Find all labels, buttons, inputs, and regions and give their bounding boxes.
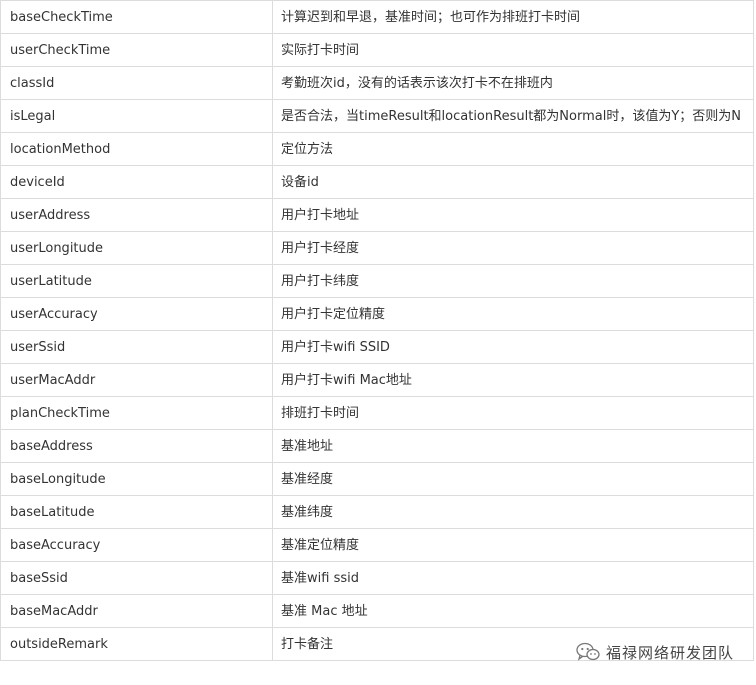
field-name-cell: baseLongitude	[0, 462, 273, 496]
field-description-cell: 基准经度	[272, 462, 754, 496]
field-description-cell: 用户打卡经度	[272, 231, 754, 265]
table-row: baseCheckTime 计算迟到和早退，基准时间；也可作为排班打卡时间	[0, 0, 754, 34]
table-row: baseLongitude 基准经度	[0, 462, 754, 496]
field-name-cell: baseAccuracy	[0, 528, 273, 562]
field-name-cell: classId	[0, 66, 273, 100]
table-row: locationMethod 定位方法	[0, 132, 754, 166]
table-row: baseLatitude 基准纬度	[0, 495, 754, 529]
field-description-cell: 基准纬度	[272, 495, 754, 529]
field-name-cell: userLongitude	[0, 231, 273, 265]
field-description-cell: 设备id	[272, 165, 754, 199]
field-description-cell: 基准地址	[272, 429, 754, 463]
field-name-cell: isLegal	[0, 99, 273, 133]
field-name-cell: userSsid	[0, 330, 273, 364]
field-name-cell: baseMacAddr	[0, 594, 273, 628]
field-description-cell: 考勤班次id，没有的话表示该次打卡不在排班内	[272, 66, 754, 100]
field-description-cell: 实际打卡时间	[272, 33, 754, 67]
table-row: baseAccuracy 基准定位精度	[0, 528, 754, 562]
table-row: userMacAddr 用户打卡wifi Mac地址	[0, 363, 754, 397]
field-name-cell: userCheckTime	[0, 33, 273, 67]
field-name-cell: locationMethod	[0, 132, 273, 166]
field-name-cell: userAccuracy	[0, 297, 273, 331]
field-name-cell: baseLatitude	[0, 495, 273, 529]
field-description-cell: 用户打卡纬度	[272, 264, 754, 298]
field-name-cell: baseCheckTime	[0, 0, 273, 34]
table-row: isLegal 是否合法，当timeResult和locationResult都为…	[0, 99, 754, 133]
table-row: baseSsid 基准wifi ssid	[0, 561, 754, 595]
field-name-cell: userLatitude	[0, 264, 273, 298]
field-description-cell: 定位方法	[272, 132, 754, 166]
table-row: userSsid 用户打卡wifi SSID	[0, 330, 754, 364]
table-row: userAddress 用户打卡地址	[0, 198, 754, 232]
field-table-body: baseCheckTime 计算迟到和早退，基准时间；也可作为排班打卡时间 user…	[0, 0, 754, 661]
field-description-cell: 用户打卡wifi Mac地址	[272, 363, 754, 397]
table-row: userLatitude 用户打卡纬度	[0, 264, 754, 298]
field-description-cell: 用户打卡定位精度	[272, 297, 754, 331]
field-description-cell: 排班打卡时间	[272, 396, 754, 430]
table-row: userCheckTime 实际打卡时间	[0, 33, 754, 67]
field-description-cell: 基准 Mac 地址	[272, 594, 754, 628]
table-row: deviceId 设备id	[0, 165, 754, 199]
field-name-cell: planCheckTime	[0, 396, 273, 430]
field-description-cell: 基准定位精度	[272, 528, 754, 562]
field-name-cell: baseAddress	[0, 429, 273, 463]
field-description-cell: 基准wifi ssid	[272, 561, 754, 595]
field-name-cell: userAddress	[0, 198, 273, 232]
table-row: classId 考勤班次id，没有的话表示该次打卡不在排班内	[0, 66, 754, 100]
table-row: baseMacAddr 基准 Mac 地址	[0, 594, 754, 628]
field-description-cell: 打卡备注	[272, 627, 754, 661]
field-description-cell: 计算迟到和早退，基准时间；也可作为排班打卡时间	[272, 0, 754, 34]
table-row: userAccuracy 用户打卡定位精度	[0, 297, 754, 331]
field-description-cell: 是否合法，当timeResult和locationResult都为Normal时…	[272, 99, 754, 133]
field-description-cell: 用户打卡地址	[272, 198, 754, 232]
field-name-cell: outsideRemark	[0, 627, 273, 661]
field-table: baseCheckTime 计算迟到和早退，基准时间；也可作为排班打卡时间 user…	[0, 0, 754, 661]
table-row: planCheckTime 排班打卡时间	[0, 396, 754, 430]
table-row: baseAddress 基准地址	[0, 429, 754, 463]
table-row: userLongitude 用户打卡经度	[0, 231, 754, 265]
field-name-cell: deviceId	[0, 165, 273, 199]
table-row: outsideRemark 打卡备注	[0, 627, 754, 661]
field-description-cell: 用户打卡wifi SSID	[272, 330, 754, 364]
field-name-cell: baseSsid	[0, 561, 273, 595]
field-name-cell: userMacAddr	[0, 363, 273, 397]
